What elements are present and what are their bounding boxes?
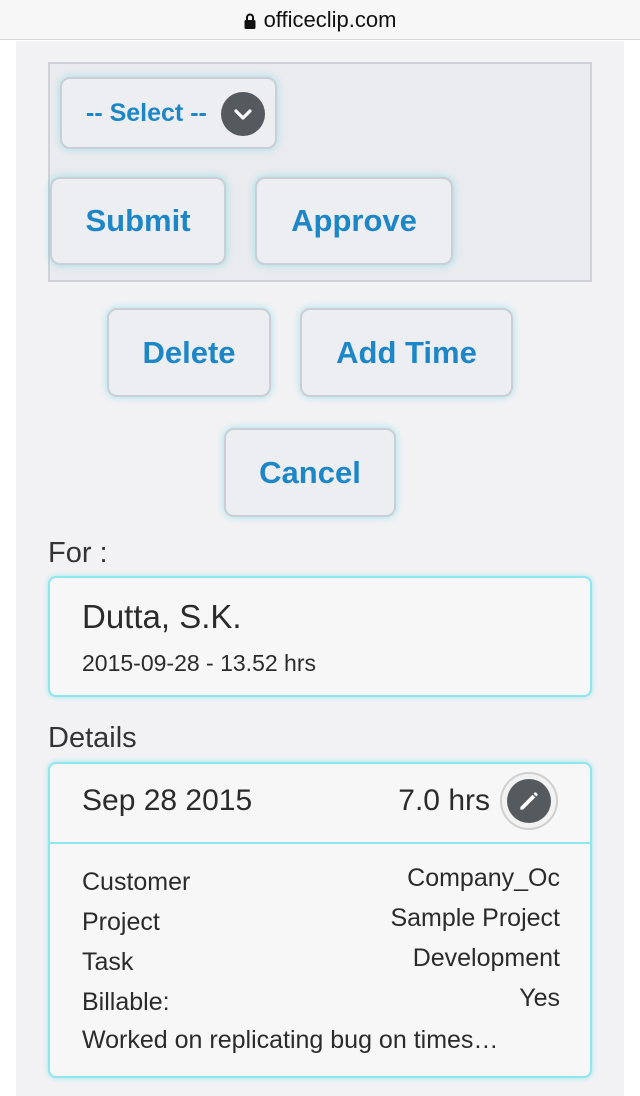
for-label: For : [48, 537, 108, 569]
entry-date: Sep 28 2015 [82, 784, 253, 817]
detail-key: Project [82, 908, 160, 936]
submit-button[interactable]: Submit [50, 177, 226, 265]
employee-name: Dutta, S.K. [82, 598, 242, 635]
details-label: Details [48, 722, 137, 754]
for-card: Dutta, S.K. 2015-09-28 - 13.52 hrs [48, 576, 592, 697]
detail-key: Task [82, 948, 134, 976]
approve-button[interactable]: Approve [255, 177, 453, 265]
detail-value: Sample Project [390, 904, 560, 932]
detail-value: Yes [519, 984, 560, 1012]
cancel-button[interactable]: Cancel [224, 428, 396, 517]
detail-key: Billable: [82, 988, 170, 1016]
url-text: officeclip.com [263, 6, 397, 32]
action-select-label: -- Select -- [86, 98, 207, 127]
delete-button[interactable]: Delete [107, 308, 271, 397]
add-time-button[interactable]: Add Time [300, 308, 513, 397]
action-select[interactable]: -- Select -- [60, 77, 277, 149]
detail-value: Company_Oc [407, 864, 560, 892]
details-card: Sep 28 2015 7.0 hrs Customer Company_Oc … [48, 762, 592, 1078]
entry-hours: 7.0 hrs [398, 784, 490, 817]
chevron-down-icon [221, 92, 265, 136]
detail-key: Customer [82, 868, 191, 896]
lock-icon [244, 13, 256, 29]
details-divider [50, 842, 590, 844]
pencil-icon [507, 779, 551, 823]
entry-description: Worked on replicating bug on times… [82, 1026, 499, 1054]
detail-value: Development [412, 944, 560, 972]
timesheet-summary: 2015-09-28 - 13.52 hrs [82, 650, 316, 676]
edit-button[interactable] [500, 772, 558, 830]
browser-url-bar[interactable]: officeclip.com [0, 0, 640, 40]
